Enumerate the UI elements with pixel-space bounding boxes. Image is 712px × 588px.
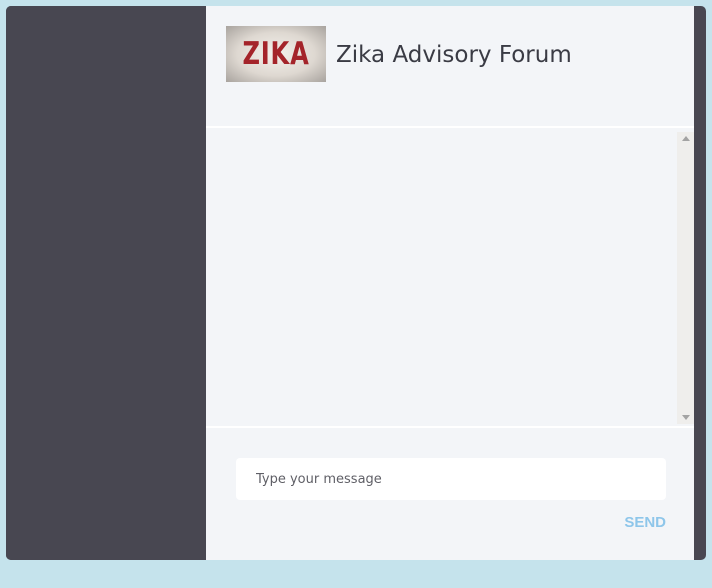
message-list[interactable] [206,128,694,428]
message-input[interactable] [236,458,666,500]
send-button[interactable]: SEND [606,510,666,534]
scroll-up-arrow-icon[interactable] [682,136,690,141]
message-composer: SEND [206,428,694,560]
page-title: Zika Advisory Forum [336,42,572,68]
forum-logo: ZIKA [226,26,326,82]
message-list-scrollbar[interactable] [677,132,694,424]
chat-panel: ZIKA Zika Advisory Forum SEND [206,6,694,560]
sidebar [6,6,206,560]
chat-window: ZIKA Zika Advisory Forum SEND [6,6,706,560]
logo-text: ZIKA [242,35,310,72]
chat-header: ZIKA Zika Advisory Forum [206,6,694,128]
scroll-down-arrow-icon[interactable] [682,415,690,420]
